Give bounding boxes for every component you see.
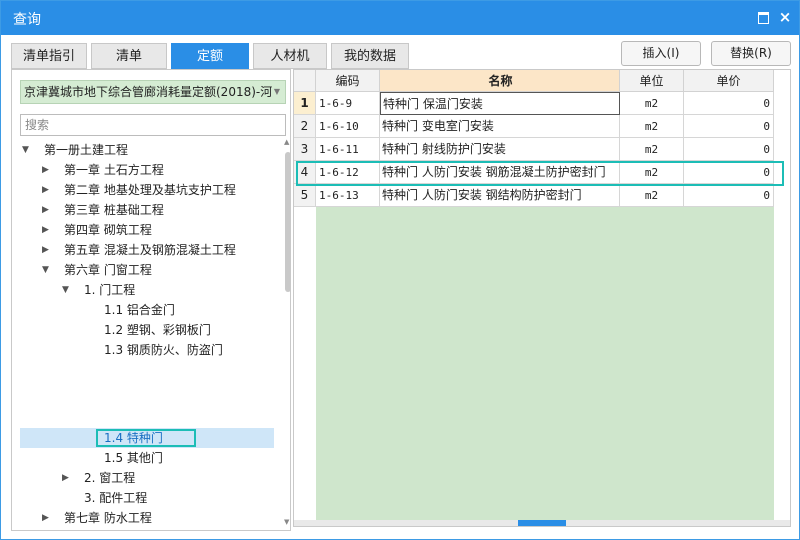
row-code[interactable]: 1-6-9 [316,92,380,115]
tree-node-label: 1.2 塑钢、彩钢板门 [104,323,211,337]
tab-list[interactable]: 清单 [91,43,167,69]
grid-header-price[interactable]: 单价 [684,70,774,92]
row-unit[interactable]: m2 [620,115,684,138]
tree-node-label: 第五章 混凝土及钢筋混凝土工程 [64,243,236,257]
quota-library-value: 京津冀城市地下综合管廊消耗量定额(2018)-河 [24,85,273,99]
tree-node-label: 1.3 钢质防火、防盗门 [104,343,223,357]
window-title: 查询 [13,12,41,28]
caret-down-icon[interactable]: ▼ [62,280,69,300]
row-number[interactable]: 2 [294,115,316,138]
quota-grid: 编码 名称 单位 单价 1 1-6-9 特种门 保温门安装 m2 0 2 1-6… [293,69,791,527]
tree-node-label: 第七章 防水工程 [64,511,152,525]
scroll-down-icon[interactable]: ▼ [284,518,289,526]
close-icon[interactable]: × [775,7,795,27]
grid-header-name[interactable]: 名称 [380,70,620,92]
query-dialog: 查询 × 清单指引 清单 定额 人材机 我的数据 插入(I) 替换(R) 京津冀… [0,0,800,540]
quota-tree-pane: 京津冀城市地下综合管廊消耗量定额(2018)-河 ▼ 搜索 ▼ 第一册土建工程 ▶… [11,69,291,531]
caret-down-icon[interactable]: ▼ [42,260,49,280]
caret-right-icon[interactable]: ▶ [42,240,49,260]
row-number[interactable]: 3 [294,138,316,161]
chevron-down-icon: ▼ [273,87,280,96]
grid-header-corner [294,70,316,92]
grid-header-unit[interactable]: 单位 [620,70,684,92]
caret-right-icon[interactable]: ▶ [42,220,49,240]
grid-splitter-bar[interactable] [294,520,790,526]
caret-right-icon[interactable]: ▶ [42,160,49,180]
row-number[interactable]: 1 [294,92,316,115]
scroll-up-icon[interactable]: ▲ [284,138,289,146]
search-input[interactable]: 搜索 [20,114,286,136]
row-name[interactable]: 特种门 保温门安装 [380,92,620,115]
quota-library-select[interactable]: 京津冀城市地下综合管廊消耗量定额(2018)-河 ▼ [20,80,286,104]
caret-down-icon[interactable]: ▼ [22,140,29,160]
tab-list-guide[interactable]: 清单指引 [11,43,87,69]
grid-empty-area [316,186,774,520]
tree-node-label: 2. 窗工程 [84,471,136,485]
replace-button[interactable]: 替换(R) [711,41,791,66]
row-name[interactable]: 特种门 射线防护门安装 [380,138,620,161]
row-unit[interactable]: m2 [620,92,684,115]
tree-node-label: 第一章 土石方工程 [64,163,164,177]
tab-quota[interactable]: 定额 [171,43,249,69]
maximize-icon[interactable] [753,7,773,27]
caret-right-icon[interactable]: ▶ [62,468,69,488]
caret-right-icon[interactable]: ▶ [42,180,49,200]
tree-node-label: 第二章 地基处理及基坑支护工程 [64,183,236,197]
row-unit[interactable]: m2 [620,184,684,207]
tree-node-label: 3. 配件工程 [84,491,148,505]
tab-my-data[interactable]: 我的数据 [331,43,409,69]
row-price[interactable]: 0 [684,92,774,115]
row-unit[interactable]: m2 [620,138,684,161]
tree-node-label: 1.1 铝合金门 [104,303,175,317]
splitter-grip[interactable] [518,520,566,526]
tree-node-label: 第四章 砌筑工程 [64,223,152,237]
caret-right-icon[interactable]: ▶ [42,508,49,528]
tree-scrollbar[interactable]: ▲ ▼ [284,138,292,530]
tree-node-label: 第一册土建工程 [44,143,129,157]
row-price[interactable]: 0 [684,138,774,161]
tree-node-label: 1. 门工程 [84,283,136,297]
highlighted-row-outline [296,161,784,186]
tree-node-label: 1.4 特种门 [104,431,163,445]
chapter-tree: ▼ 第一册土建工程 ▶ 第一章 土石方工程 ▶ 第二章 地基处理及基坑支护工程 ▶ 第三… [12,138,284,530]
row-name[interactable]: 特种门 变电室门安装 [380,115,620,138]
row-code[interactable]: 1-6-10 [316,115,380,138]
row-price[interactable]: 0 [684,115,774,138]
title-bar: 查询 × [1,1,799,35]
row-code[interactable]: 1-6-11 [316,138,380,161]
tree-node-label: 1.5 其他门 [104,451,163,465]
insert-button[interactable]: 插入(I) [621,41,701,66]
scroll-thumb[interactable] [285,152,291,292]
grid-header-code[interactable]: 编码 [316,70,380,92]
row-name[interactable]: 特种门 人防门安装 钢结构防护密封门 [380,184,620,207]
tab-labor-material-machine[interactable]: 人材机 [253,43,327,69]
row-number[interactable]: 5 [294,184,316,207]
row-price[interactable]: 0 [684,184,774,207]
tree-node-label: 第六章 门窗工程 [64,263,152,277]
tree-node-label: 第三章 桩基础工程 [64,203,164,217]
caret-right-icon[interactable]: ▶ [42,200,49,220]
row-code[interactable]: 1-6-13 [316,184,380,207]
